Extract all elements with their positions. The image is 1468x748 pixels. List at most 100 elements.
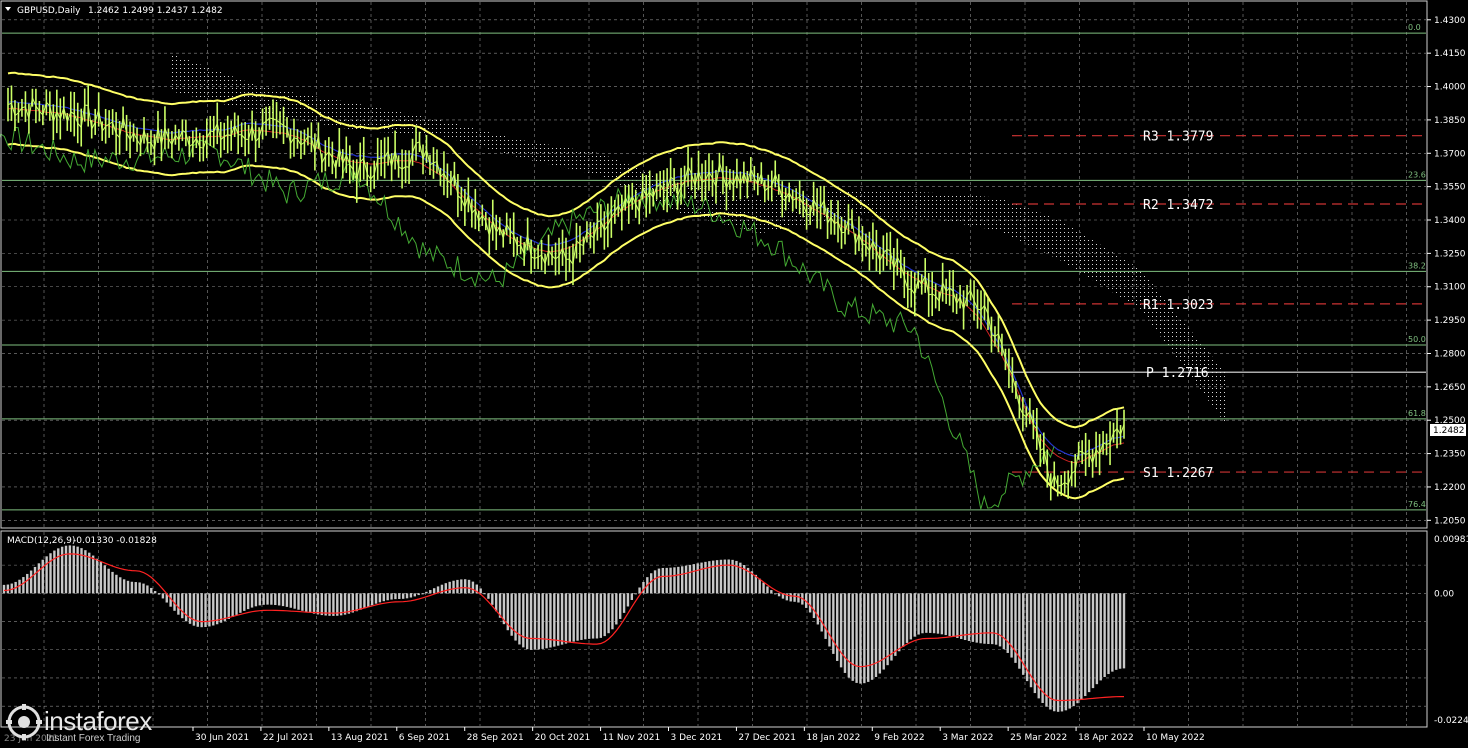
macd-histogram-bar [270, 593, 273, 605]
macd-histogram-bar [812, 593, 816, 619]
macd-histogram-bar [704, 561, 707, 594]
macd-histogram-bar [956, 593, 959, 638]
pivot-levels: R3 1.3779 R2 1.3472 R1 1.3023 P 1.2716 S1 1.… [1012, 130, 1426, 481]
time-tick-label: 22 Jul 2021 [263, 733, 314, 743]
macd-tick-label: 0.00 [1434, 589, 1454, 599]
macd-histogram-bar [766, 586, 769, 594]
macd-histogram-bar [370, 593, 374, 606]
macd-histogram-bar [1087, 593, 1091, 693]
macd-histogram-bar [649, 573, 653, 594]
pivot-label: R2 1.3472 [1143, 198, 1213, 213]
time-tick-label: 18 Jan 2022 [806, 733, 860, 743]
macd-histogram-bar [762, 582, 765, 594]
macd-histogram-bar [537, 593, 541, 650]
price-tick-label: 1.2350 [1434, 450, 1466, 460]
macd-histogram-bar [870, 593, 874, 680]
macd-histogram-bar [948, 593, 951, 636]
macd-histogram-bar [960, 593, 963, 639]
macd-header-values: -0.01330 -0.01828 [73, 536, 157, 546]
collapse-arrow-icon[interactable] [5, 7, 11, 11]
macd-histogram-bar [1072, 593, 1075, 707]
macd-histogram-bar [467, 579, 471, 594]
macd-histogram-bar [568, 593, 572, 643]
macd-histogram-bar [1064, 593, 1068, 711]
macd-histogram-bar [525, 593, 529, 650]
macd-histogram-bar [103, 565, 106, 594]
macd-histogram-bar [293, 593, 296, 609]
macd-histogram-bar [386, 593, 389, 601]
macd-histogram-bar [529, 593, 533, 650]
time-axis: 23 Jun 2021 30 Jun 2021 22 Jul 2021 13 Aug … [4, 727, 1205, 744]
macd-histogram-bar [421, 593, 424, 595]
time-tick-label: 25 Mar 2022 [1010, 733, 1067, 743]
macd-histogram-bar [599, 593, 603, 638]
macd-histogram-bar [239, 593, 242, 613]
macd-histogram-bar [76, 546, 79, 594]
macd-histogram-bar [444, 583, 447, 594]
price-tick-label: 1.2200 [1434, 483, 1466, 493]
macd-histogram-bar [305, 593, 308, 612]
chart-window[interactable]: 0.0 23.6 38.2 50.0 61.8 76.4 R3 1.3779 R2 1.34… [0, 0, 1468, 748]
macd-histogram-bar [231, 593, 234, 617]
macd-histogram-bar [177, 593, 180, 615]
price-tick-label: 1.3100 [1434, 283, 1466, 293]
macd-histogram-bar [681, 566, 684, 594]
macd-histogram-bar [111, 571, 114, 594]
macd-panel-border [0, 530, 1428, 728]
chart-header-symbol: GBPUSD,Daily [17, 6, 81, 16]
macd-histogram-bar [134, 582, 137, 594]
macd-histogram-bar [712, 560, 715, 594]
macd-histogram-bar [142, 583, 145, 594]
fib-label: 50.0 [1408, 335, 1426, 344]
macd-histogram-bar [262, 593, 265, 605]
macd-histogram-bar [909, 593, 913, 640]
macd-histogram-bar [1107, 593, 1110, 675]
macd-histogram-bar [37, 563, 41, 594]
macd-histogram-bar [378, 593, 382, 603]
macd-histogram-bar [343, 593, 347, 615]
macd-histogram-bar [33, 566, 37, 594]
macd-histogram-bar [88, 552, 91, 594]
macd-histogram-bar [405, 593, 409, 599]
macd-histogram-bar [448, 581, 451, 594]
macd-histogram-bar [618, 593, 622, 619]
macd-header-label: MACD(12,26,9) [7, 536, 75, 546]
macd-histogram-bar [1056, 593, 1060, 712]
macd-histogram-bar [285, 593, 289, 607]
macd-histogram-bar [584, 593, 587, 640]
macd-histogram-bar [1068, 593, 1071, 709]
macd-histogram-bar [320, 593, 323, 616]
time-tick-label: 20 Oct 2021 [535, 733, 591, 743]
macd-histogram-bar [57, 548, 60, 594]
macd-signal-line [3, 553, 1124, 702]
macd-histogram-bar [72, 545, 75, 594]
macd-histogram-bar [491, 593, 494, 605]
macd-histogram-bar [227, 593, 230, 619]
macd-histogram-bar [553, 593, 556, 647]
macd-histogram-bar [60, 546, 64, 594]
macd-histogram-bar [258, 593, 261, 606]
macd-histogram-bar [115, 574, 118, 594]
macd-histogram-bar [1084, 593, 1087, 697]
macd-histogram-bar [696, 563, 699, 594]
pivot-label: S1 1.2267 [1143, 466, 1213, 481]
macd-histogram-bar [890, 593, 893, 661]
macd-histogram-bar [425, 591, 428, 594]
macd-histogram-bar [398, 593, 401, 599]
macd-histogram-bar [708, 561, 711, 594]
macd-histogram-bar [64, 545, 68, 594]
price-tick-label: 1.2800 [1434, 349, 1466, 359]
macd-histogram-bar [657, 568, 661, 594]
macd-histogram-bar [564, 593, 568, 644]
time-tick-label: 11 Nov 2021 [603, 733, 661, 743]
macd-histogram-bar [898, 593, 901, 652]
macd-histogram-bar [591, 593, 595, 639]
price-tick-label: 1.3400 [1434, 216, 1466, 226]
macd-histogram-bar [522, 593, 525, 648]
macd-histogram-bar [820, 593, 823, 632]
time-tick-label: 28 Sep 2021 [467, 733, 524, 743]
fib-label: 76.4 [1408, 500, 1426, 509]
macd-histogram-bar [324, 593, 327, 616]
macd-histogram-bar [843, 593, 847, 673]
time-tick-label: 9 Feb 2022 [874, 733, 924, 743]
